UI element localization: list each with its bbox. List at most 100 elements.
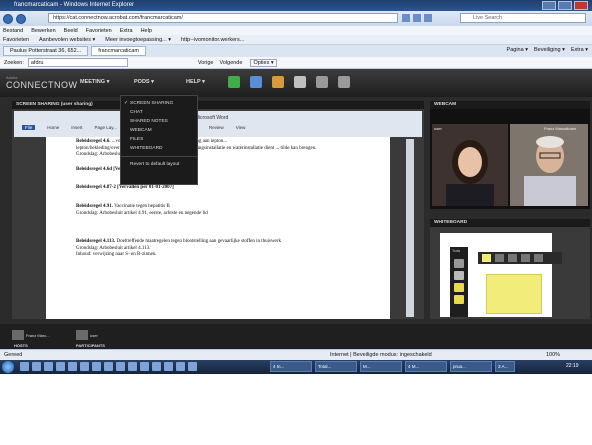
pods-item-screen-sharing[interactable]: SCREEN SHARING <box>121 99 197 108</box>
word-tab-review[interactable]: Review <box>209 125 224 130</box>
word-tab-home[interactable]: Home <box>47 125 59 130</box>
fav-aanbevolen[interactable]: Aanbevolen websites ▾ <box>39 37 95 43</box>
status-security-zone[interactable]: Internet | Beveiligde modus: ingeschakel… <box>330 352 432 358</box>
pods-item-files[interactable]: FILES <box>121 135 197 144</box>
menu-beeld[interactable]: Beeld <box>64 28 78 34</box>
word-tab-view[interactable]: View <box>236 125 246 130</box>
fav-invoegtoepassing[interactable]: Meer invoegtoepassing... ▾ <box>105 37 171 43</box>
line-width-icon[interactable] <box>508 254 517 262</box>
pointer-icon[interactable] <box>272 76 284 88</box>
more-icon[interactable] <box>534 254 543 262</box>
phone-icon[interactable] <box>338 76 350 88</box>
sticky-note[interactable] <box>486 274 542 314</box>
find-label: Zoeken: <box>4 59 24 66</box>
person-woman-image <box>446 140 494 206</box>
quicklaunch-icon[interactable] <box>56 362 65 371</box>
tab-francmarcaticam[interactable]: francmarcaticam <box>91 46 146 56</box>
quicklaunch-icon[interactable] <box>20 362 29 371</box>
cmd-pagina[interactable]: Pagina ▾ <box>507 47 528 53</box>
menu-help[interactable]: Help <box>141 28 152 34</box>
taskbar-task[interactable]: M... <box>360 361 402 372</box>
select-tool-icon[interactable] <box>454 259 464 268</box>
logo-text: CONNECTNOW <box>6 80 78 90</box>
quicklaunch-icon[interactable] <box>152 362 161 371</box>
favorites-button[interactable]: Favorieten <box>3 37 29 43</box>
word-tab-file[interactable]: File <box>22 125 36 130</box>
stroke-icon[interactable] <box>495 254 504 262</box>
find-next-button[interactable]: Volgende <box>219 60 242 66</box>
menu-help-app[interactable]: HELP ▾ <box>186 79 205 85</box>
doc-paragraph: Grondslag: Arbobesluit ... 4.17a, eerste… <box>76 152 162 158</box>
participant-tile[interactable]: user <box>76 328 98 342</box>
menu-bewerken[interactable]: Bewerken <box>31 28 55 34</box>
fill-color-icon[interactable] <box>482 254 491 262</box>
taskbar-task[interactable]: 4 In... <box>270 361 312 372</box>
quicklaunch-icon[interactable] <box>188 362 197 371</box>
browser-title: francmarcaticam - Windows Internet Explo… <box>14 2 135 8</box>
search-input[interactable]: Live Search <box>460 13 586 23</box>
person-icon[interactable] <box>294 76 306 88</box>
window-controls <box>542 1 588 10</box>
quicklaunch-icon[interactable] <box>176 362 185 371</box>
maximize-button[interactable] <box>558 1 572 10</box>
taskbar-clock[interactable]: 22:19 <box>566 363 579 369</box>
quicklaunch-icon[interactable] <box>164 362 173 371</box>
quicklaunch-icon[interactable] <box>116 362 125 371</box>
close-button[interactable] <box>574 1 588 10</box>
taskbar-task[interactable]: Total... <box>315 361 357 372</box>
quicklaunch-icon[interactable] <box>104 362 113 371</box>
note-tool-icon[interactable] <box>454 295 464 304</box>
align-icon[interactable] <box>521 254 530 262</box>
back-icon[interactable] <box>3 13 13 24</box>
menu-bestand[interactable]: Bestand <box>3 28 23 34</box>
pods-item-shared-notes[interactable]: SHARED NOTES <box>121 117 197 126</box>
doc-paragraph: Grondslag: Arbobesluit artikel 4.91, eer… <box>76 210 208 216</box>
find-input[interactable]: afdru <box>27 58 128 67</box>
pods-item-whiteboard[interactable]: WHITEBOARD <box>121 144 197 153</box>
participants-label: PARTICIPANTS <box>76 343 105 348</box>
lock-icon[interactable] <box>402 14 410 22</box>
word-document-page: Beleidsregel 4.6. ...voorkoming of beper… <box>46 137 390 319</box>
menu-favorieten[interactable]: Favorieten <box>86 28 112 34</box>
taskbar-task[interactable]: 3 A... <box>495 361 515 372</box>
minimize-button[interactable] <box>542 1 556 10</box>
word-tab-insert[interactable]: Insert <box>71 125 82 130</box>
status-zoom[interactable]: 100% <box>546 352 560 358</box>
menu-extra[interactable]: Extra <box>120 28 133 34</box>
find-prev-button[interactable]: Vorige <box>198 60 214 66</box>
refresh-icon[interactable] <box>413 14 421 22</box>
quicklaunch-icon[interactable] <box>68 362 77 371</box>
taskbar-task[interactable]: 4 M... <box>405 361 447 372</box>
find-options-button[interactable]: Opties ▾ <box>250 58 277 67</box>
menu-meeting[interactable]: MEETING ▾ <box>80 79 109 85</box>
address-input[interactable]: https://cat.connectnow.acrobat.com/franc… <box>48 13 398 23</box>
taskbar-task[interactable]: prua... <box>450 361 492 372</box>
menu-pods[interactable]: PODS ▾ <box>134 79 154 85</box>
host-tile[interactable]: Franz Marc... <box>12 328 50 342</box>
stop-icon[interactable] <box>424 14 432 22</box>
start-button[interactable] <box>2 361 14 373</box>
cmd-beveiliging[interactable]: Beveiliging ▾ <box>534 47 565 53</box>
doc-paragraph: Beleidsregel 4.91. Vaccinatie tegen hepa… <box>76 203 170 209</box>
word-tab-pagelayout[interactable]: Page Lay... <box>95 125 117 130</box>
pencil-tool-icon[interactable] <box>454 271 464 280</box>
word-scrollbar[interactable] <box>406 139 414 317</box>
microphone-icon[interactable] <box>316 76 328 88</box>
quicklaunch-icon[interactable] <box>140 362 149 371</box>
pods-item-webcam[interactable]: WEBCAM <box>121 126 197 135</box>
quicklaunch-icon[interactable] <box>32 362 41 371</box>
quicklaunch-icon[interactable] <box>44 362 53 371</box>
quicklaunch-icon[interactable] <box>92 362 101 371</box>
cmd-extra[interactable]: Extra ▾ <box>571 47 588 53</box>
pods-item-chat[interactable]: CHAT <box>121 108 197 117</box>
marker-tool-icon[interactable] <box>454 283 464 292</box>
quicklaunch-icon[interactable] <box>80 362 89 371</box>
quicklaunch-icon[interactable] <box>128 362 137 371</box>
browser-status-bar: Gereed Internet | Beveiligde modus: inge… <box>0 349 592 360</box>
camera-icon[interactable] <box>250 76 262 88</box>
share-icon[interactable] <box>228 76 240 88</box>
tab-paulus[interactable]: Paulus Potterstraat 36, 652... <box>3 46 89 56</box>
pods-item-revert-layout[interactable]: Revert to default layout <box>121 160 197 169</box>
forward-icon[interactable] <box>16 13 26 24</box>
fav-ivomonitor[interactable]: http--ivomonitor.werkers... <box>181 37 244 43</box>
